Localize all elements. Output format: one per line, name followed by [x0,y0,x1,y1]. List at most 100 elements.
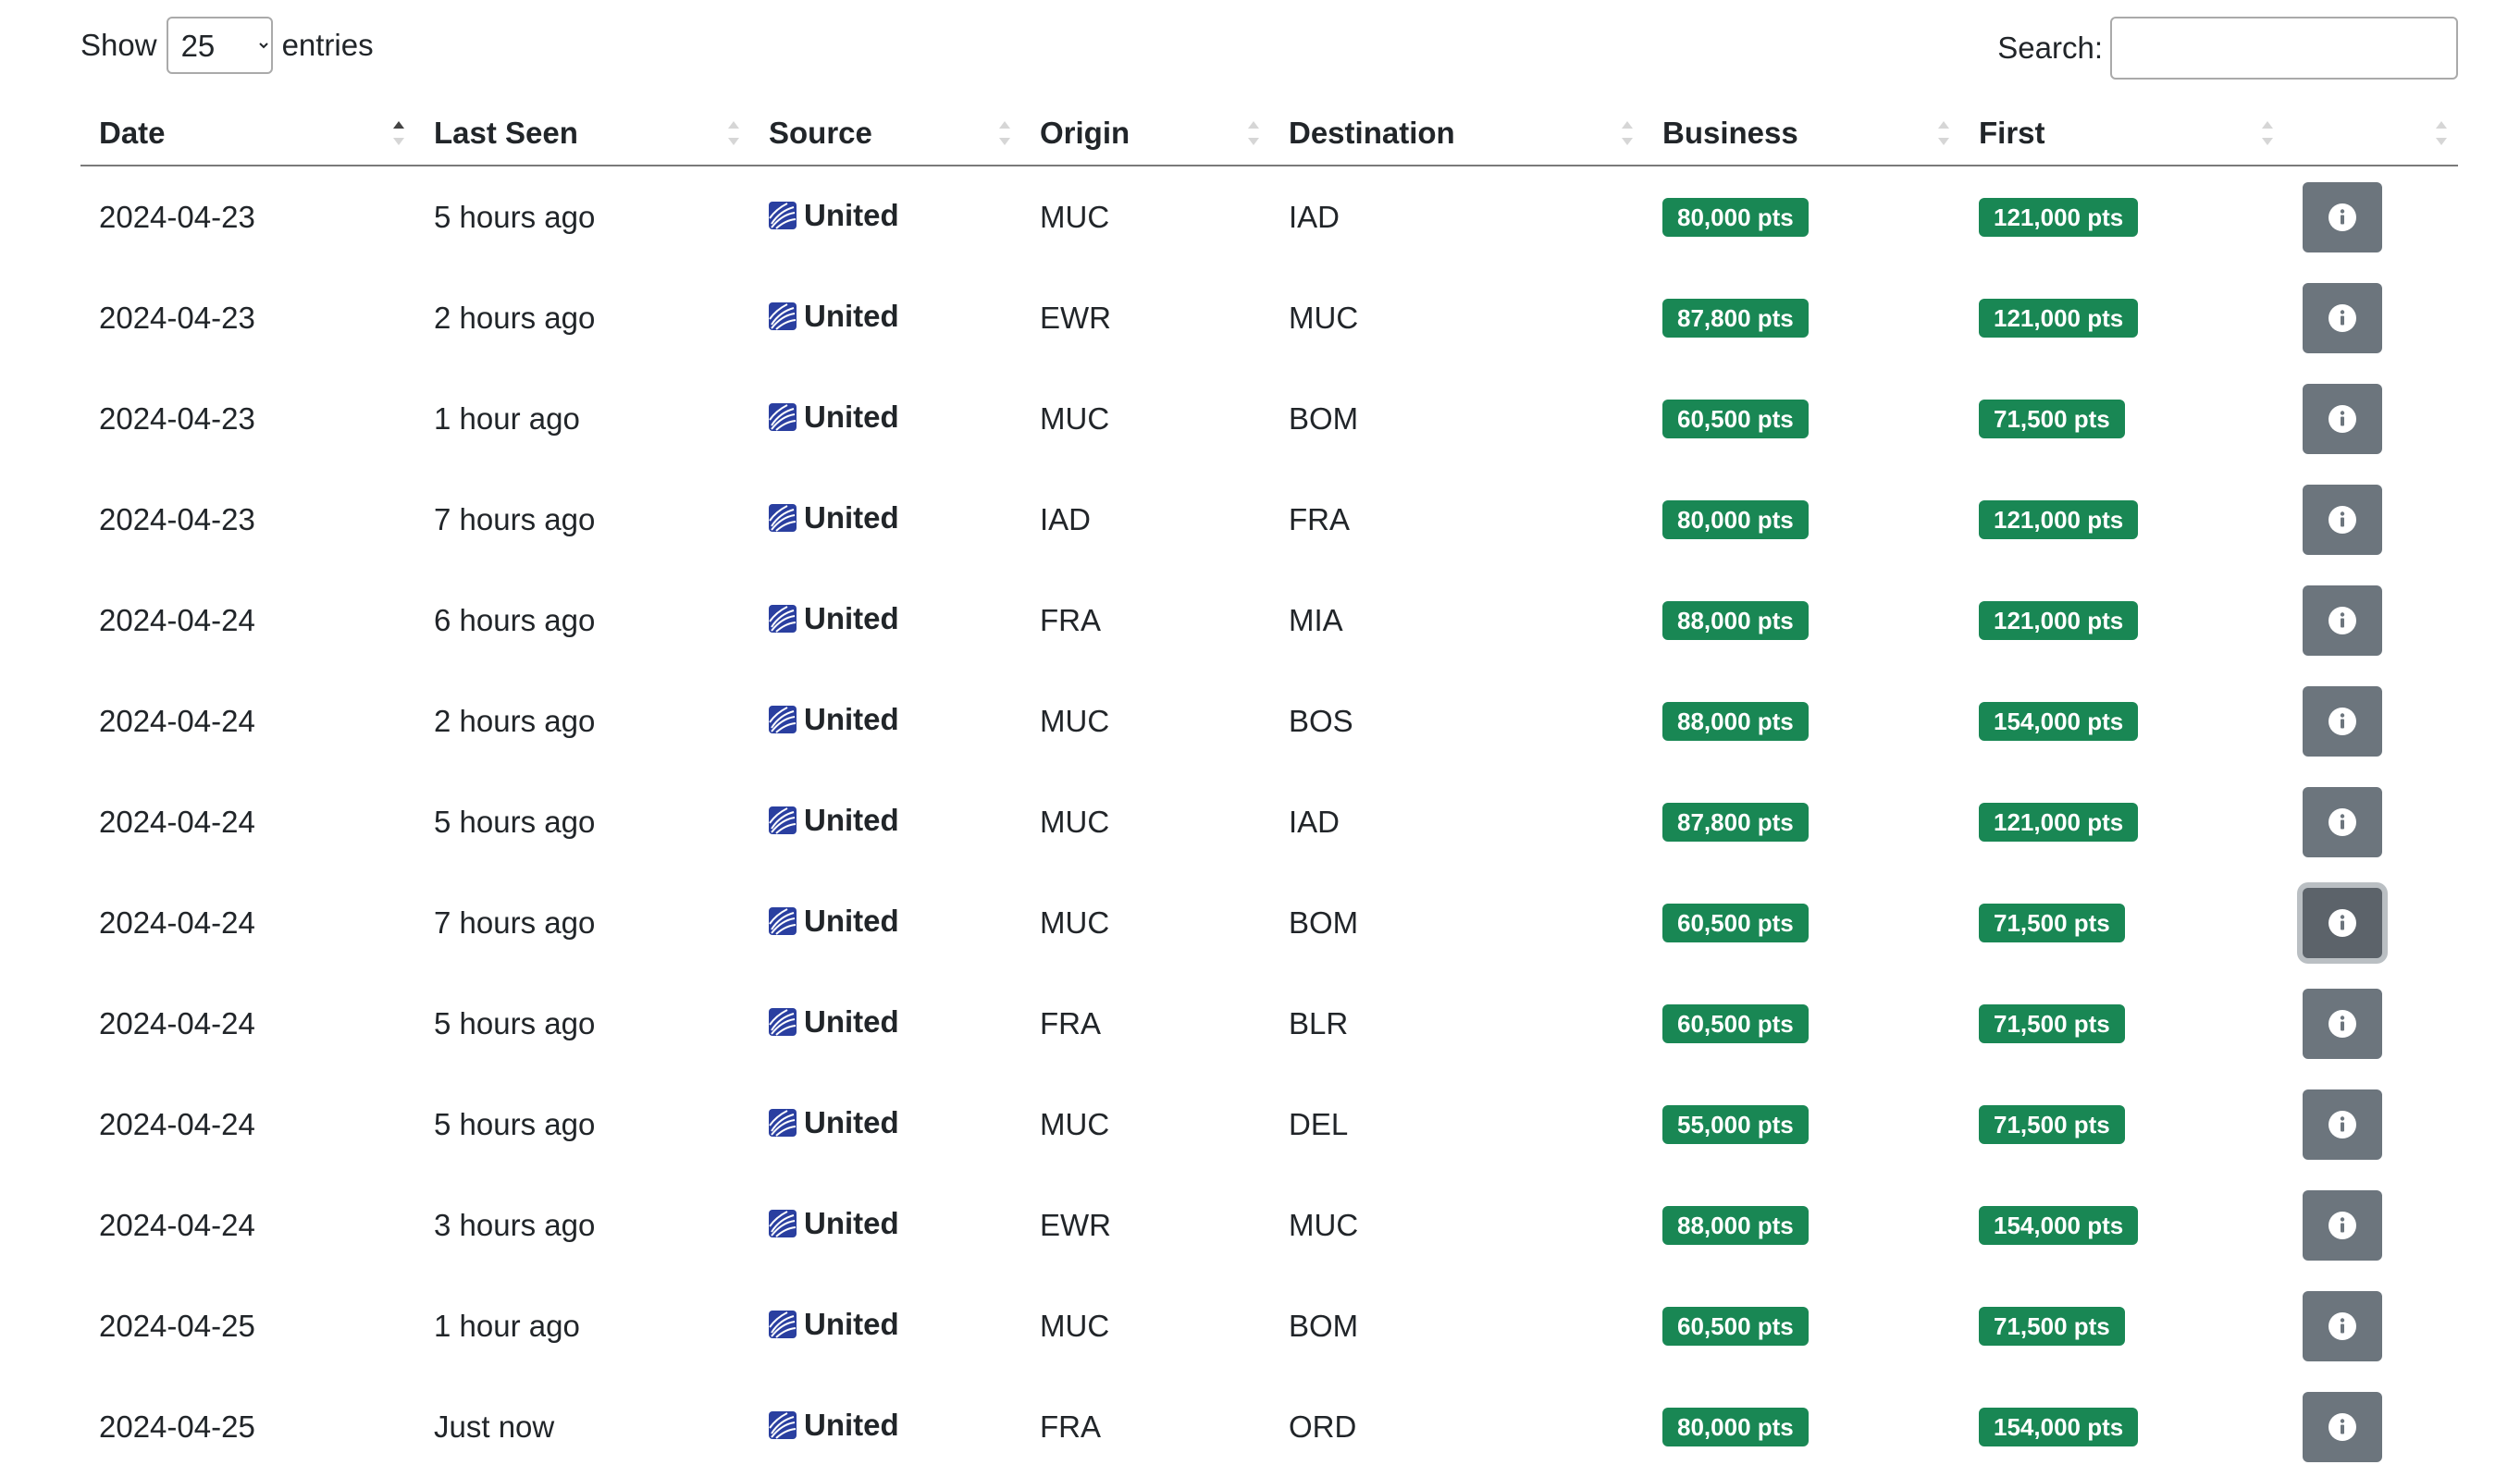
origin-cell: EWR [1040,300,1111,335]
business-points-badge: 87,800 pts [1662,802,1809,842]
business-points-badge: 80,000 pts [1662,1407,1809,1446]
source: United [769,1408,899,1443]
first-cell: 121,000 pts [1960,771,2284,872]
sort-icon [1938,119,1949,147]
info-button[interactable] [2303,1189,2382,1261]
date-cell: 2024-04-23 [99,300,255,335]
table-row: 2024-04-24 5 hours ago United MUC IAD 87,800 … [80,771,2458,872]
info-icon [2328,1009,2357,1039]
info-icon [2328,1412,2357,1442]
source-label: United [804,399,899,434]
first-points-badge: 71,500 pts [1979,1104,2125,1144]
info-button[interactable] [2303,988,2382,1059]
business-cell: 80,000 pts [1644,1376,1960,1477]
actions-cell [2284,771,2458,872]
info-button[interactable] [2303,282,2382,353]
info-button[interactable] [2303,1089,2382,1160]
origin-cell: IAD [1040,501,1092,536]
sort-icon [1622,119,1633,147]
column-header-last-seen[interactable]: Last Seen [415,102,750,166]
united-logo-icon [769,1410,797,1439]
first-cell: 71,500 pts [1960,368,2284,469]
column-header-actions[interactable] [2284,102,2458,166]
sort-icon [2262,119,2273,147]
column-header-date[interactable]: Date [80,102,415,166]
source-label: United [804,298,899,333]
last-seen-cell: 7 hours ago [434,905,596,940]
info-button[interactable] [2303,383,2382,454]
source-cell: United [750,872,1021,973]
info-button[interactable] [2303,1391,2382,1462]
last-seen-cell: 2 hours ago [434,703,596,738]
first-points-badge: 121,000 pts [1979,600,2139,640]
destination-cell: DEL [1289,1106,1349,1141]
table-header-row: Date Last Seen Source Origin Destination Busi… [80,102,2458,166]
source-label: United [804,197,899,232]
origin-cell: MUC [1040,1106,1110,1141]
source: United [769,904,899,939]
business-points-badge: 80,000 pts [1662,197,1809,237]
united-logo-icon [769,705,797,733]
actions-cell [2284,671,2458,771]
column-header-origin[interactable]: Origin [1021,102,1270,166]
last-seen-cell: 1 hour ago [434,400,580,436]
info-button[interactable] [2303,887,2382,958]
entries-label: entries [281,28,374,62]
source-cell: United [750,267,1021,368]
source-cell: United [750,166,1021,267]
source-cell: United [750,1376,1021,1477]
date-cell: 2024-04-23 [99,501,255,536]
table-body: 2024-04-23 5 hours ago United MUC IAD 80,000 … [80,166,2458,1477]
origin-cell: FRA [1040,1005,1101,1040]
sort-icon [999,119,1010,147]
sort-icon [728,119,739,147]
united-logo-icon [769,1310,797,1338]
table-row: 2024-04-24 5 hours ago United FRA BLR 60,500 … [80,973,2458,1074]
first-cell: 121,000 pts [1960,570,2284,671]
source-label: United [804,1003,899,1039]
destination-cell: BOS [1289,703,1353,738]
first-cell: 154,000 pts [1960,1175,2284,1275]
first-points-badge: 71,500 pts [1979,903,2125,942]
first-cell: 121,000 pts [1960,469,2284,570]
info-icon [2328,707,2357,736]
united-logo-icon [769,906,797,935]
info-button[interactable] [2303,1290,2382,1361]
business-cell: 60,500 pts [1644,872,1960,973]
awards-table-wrapper: Show 25 entries Search: Date Last Seen Sou… [80,0,2458,1462]
source-label: United [804,1205,899,1240]
first-points-badge: 121,000 pts [1979,499,2139,539]
column-header-label: Origin [1040,116,1130,150]
table-row: 2024-04-25 1 hour ago United MUC BOM 60,500 p… [80,1275,2458,1376]
destination-cell: ORD [1289,1409,1357,1444]
info-button[interactable] [2303,585,2382,656]
first-cell: 71,500 pts [1960,1275,2284,1376]
origin-cell: MUC [1040,400,1110,436]
source: United [769,601,899,636]
column-header-source[interactable]: Source [750,102,1021,166]
united-logo-icon [769,1007,797,1036]
table-row: 2024-04-24 2 hours ago United MUC BOS 88,000 … [80,671,2458,771]
source: United [769,1206,899,1241]
destination-cell: MUC [1289,300,1359,335]
actions-cell [2284,1175,2458,1275]
search-input[interactable] [2110,17,2458,80]
last-seen-cell: 7 hours ago [434,501,596,536]
info-icon [2328,908,2357,938]
source: United [769,299,899,334]
info-button[interactable] [2303,786,2382,857]
info-button[interactable] [2303,484,2382,555]
info-button[interactable] [2303,685,2382,757]
info-button[interactable] [2303,181,2382,252]
actions-cell [2284,267,2458,368]
column-header-business[interactable]: Business [1644,102,1960,166]
column-header-first[interactable]: First [1960,102,2284,166]
column-header-label: Destination [1289,116,1455,150]
column-header-destination[interactable]: Destination [1270,102,1644,166]
info-icon [2328,1110,2357,1139]
page-length-select[interactable]: 25 [166,17,273,74]
column-header-label: Date [99,116,166,150]
first-cell: 121,000 pts [1960,267,2284,368]
date-cell: 2024-04-24 [99,1106,255,1141]
column-header-label: Business [1662,116,1798,150]
